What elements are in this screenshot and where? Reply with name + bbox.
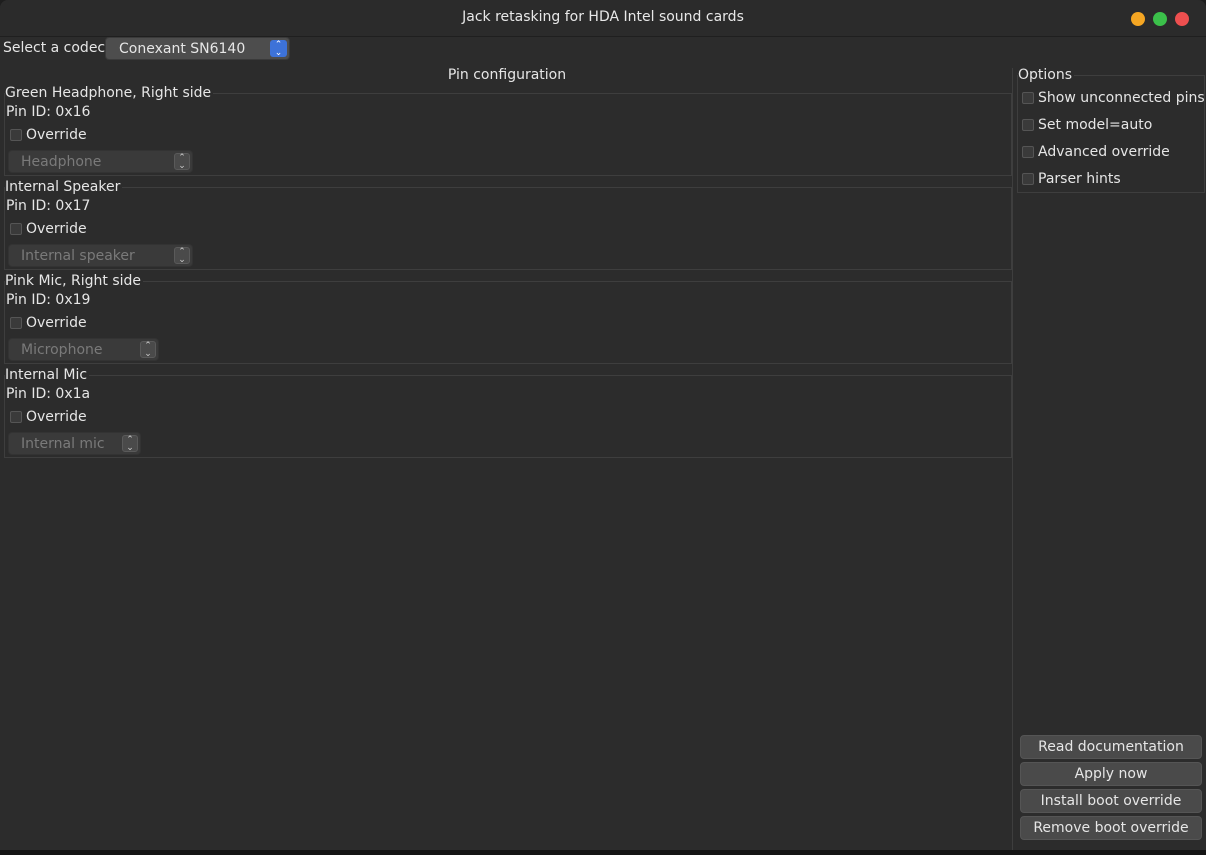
option-label: Parser hints: [1038, 171, 1121, 187]
panel-divider: [1012, 68, 1013, 850]
checkbox-box[interactable]: [10, 223, 22, 235]
updown-arrows-icon: ⌃ ⌄: [270, 40, 287, 58]
updown-arrows-icon: ⌃ ⌄: [122, 435, 138, 453]
checkbox-box[interactable]: [1022, 119, 1034, 131]
options-title: Options: [1018, 67, 1075, 83]
checkbox-box[interactable]: [1022, 92, 1034, 104]
option-label: Set model=auto: [1038, 117, 1153, 133]
option-label: Show unconnected pins: [1038, 90, 1205, 106]
pin-type-select[interactable]: Headphone ⌃ ⌄: [8, 150, 193, 173]
pin-id: Pin ID: 0x17: [6, 198, 91, 214]
pin-id: Pin ID: 0x1a: [6, 386, 91, 402]
maximize-button[interactable]: [1153, 12, 1167, 26]
desktop-background-strip: [0, 850, 1206, 855]
pin-name: Internal Speaker: [5, 179, 123, 195]
updown-arrows-icon: ⌃ ⌄: [174, 153, 190, 171]
codec-select-value: Conexant SN6140: [119, 41, 246, 57]
override-label: Override: [26, 221, 87, 237]
codec-label: Select a codec:: [3, 40, 110, 56]
window-title: Jack retasking for HDA Intel sound cards: [462, 9, 744, 25]
checkbox-box[interactable]: [10, 411, 22, 423]
close-button[interactable]: [1175, 12, 1189, 26]
pin-type-value: Internal mic: [21, 436, 105, 452]
pin-type-value: Internal speaker: [21, 248, 135, 264]
checkbox-box[interactable]: [1022, 173, 1034, 185]
pin-id: Pin ID: 0x19: [6, 292, 91, 308]
title-bar[interactable]: Jack retasking for HDA Intel sound cards: [0, 0, 1206, 37]
pin-id: Pin ID: 0x16: [6, 104, 91, 120]
main-window: Jack retasking for HDA Intel sound cards…: [0, 0, 1206, 850]
pin-configuration-title: Pin configuration: [447, 67, 567, 83]
checkbox-box[interactable]: [10, 129, 22, 141]
read-documentation-button[interactable]: Read documentation: [1020, 735, 1202, 759]
override-label: Override: [26, 409, 87, 425]
pin-type-value: Microphone: [21, 342, 103, 358]
codec-select[interactable]: Conexant SN6140 ⌃ ⌄: [105, 37, 290, 60]
override-label: Override: [26, 315, 87, 331]
pin-type-value: Headphone: [21, 154, 102, 170]
pin-type-select[interactable]: Microphone ⌃ ⌄: [8, 338, 159, 361]
install-boot-override-button[interactable]: Install boot override: [1020, 789, 1202, 813]
remove-boot-override-button[interactable]: Remove boot override: [1020, 816, 1202, 840]
updown-arrows-icon: ⌃ ⌄: [174, 247, 190, 265]
override-label: Override: [26, 127, 87, 143]
pin-name: Internal Mic: [5, 367, 90, 383]
pin-type-select[interactable]: Internal mic ⌃ ⌄: [8, 432, 141, 455]
apply-now-button[interactable]: Apply now: [1020, 762, 1202, 786]
minimize-button[interactable]: [1131, 12, 1145, 26]
pin-name: Green Headphone, Right side: [5, 85, 214, 101]
pin-frame-internal-mic: [4, 375, 1012, 458]
option-label: Advanced override: [1038, 144, 1170, 160]
checkbox-box[interactable]: [1022, 146, 1034, 158]
pin-name: Pink Mic, Right side: [5, 273, 144, 289]
checkbox-box[interactable]: [10, 317, 22, 329]
pin-type-select[interactable]: Internal speaker ⌃ ⌄: [8, 244, 193, 267]
updown-arrows-icon: ⌃ ⌄: [140, 341, 156, 359]
